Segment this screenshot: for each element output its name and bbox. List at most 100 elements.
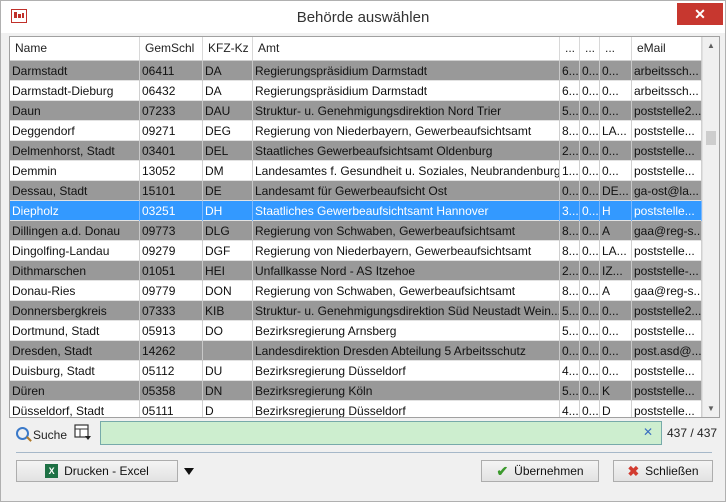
- column-header[interactable]: ...: [580, 37, 600, 60]
- table-cell: 06432: [140, 81, 203, 101]
- table-cell: 0...: [580, 401, 600, 417]
- table-row[interactable]: Dillingen a.d. Donau 09773 DLG Regierung vo…: [10, 221, 702, 241]
- table-cell: 07333: [140, 301, 203, 321]
- print-excel-button[interactable]: X Drucken - Excel: [16, 460, 178, 482]
- close-window-button[interactable]: ✕: [677, 3, 723, 25]
- table-cell: 0...: [580, 341, 600, 361]
- excel-dropdown-icon[interactable]: [181, 460, 197, 482]
- title-bar: Behörde auswählen ✕: [1, 1, 725, 33]
- table-cell: 5...: [560, 101, 580, 121]
- scroll-down-icon[interactable]: ▼: [703, 400, 719, 417]
- table-cell: DEG: [203, 121, 253, 141]
- table-row[interactable]: Düren 05358 DN Bezirksregierung Köln 5... 0..…: [10, 381, 702, 401]
- table-row[interactable]: Dessau, Stadt 15101 DE Landesamt für Gewerb…: [10, 181, 702, 201]
- scroll-thumb[interactable]: [706, 131, 716, 145]
- table-row[interactable]: Donau-Ries 09779 DON Regierung von Schwaben…: [10, 281, 702, 301]
- table-cell: 5...: [560, 321, 580, 341]
- table-cell: 5...: [560, 301, 580, 321]
- table-cell: 0...: [600, 301, 632, 321]
- column-header[interactable]: GemSchl: [140, 37, 203, 60]
- table-cell: poststelle...: [632, 381, 702, 401]
- table-cell: 09279: [140, 241, 203, 261]
- table-cell: DON: [203, 281, 253, 301]
- table-cell: 0...: [580, 241, 600, 261]
- table-cell: 0...: [560, 341, 580, 361]
- table-row[interactable]: Donnersbergkreis 07333 KIB Struktur- u. Gen…: [10, 301, 702, 321]
- table-row[interactable]: Dortmund, Stadt 05913 DO Bezirksregierung A…: [10, 321, 702, 341]
- table-cell: 05913: [140, 321, 203, 341]
- table-cell: Regierung von Niederbayern, Gewerbeaufsi…: [253, 241, 560, 261]
- table-cell: poststelle2...: [632, 101, 702, 121]
- table-cell: 06411: [140, 61, 203, 81]
- table-row[interactable]: Daun 07233 DAU Struktur- u. Genehmigungsdir…: [10, 101, 702, 121]
- table-cell: 5...: [560, 381, 580, 401]
- column-header[interactable]: Amt: [253, 37, 560, 60]
- result-count: 437 / 437: [667, 426, 718, 440]
- table-row[interactable]: Duisburg, Stadt 05112 DU Bezirksregierung D…: [10, 361, 702, 381]
- table-cell: [203, 341, 253, 361]
- table-cell: Delmenhorst, Stadt: [10, 141, 140, 161]
- close-button[interactable]: ✖ Schließen: [613, 460, 713, 482]
- cross-icon: ✖: [627, 462, 640, 479]
- table-row[interactable]: Dingolfing-Landau 09279 DGF Regierung von N…: [10, 241, 702, 261]
- table-cell: 0...: [600, 361, 632, 381]
- table-cell: Landesdirektion Dresden Abteilung 5 Arbe…: [253, 341, 560, 361]
- table-row[interactable]: Darmstadt 06411 DA Regierungspräsidium Darm…: [10, 61, 702, 81]
- table-cell: poststelle...: [632, 121, 702, 141]
- column-header[interactable]: KFZ-Kz: [203, 37, 253, 60]
- table-row[interactable]: Düsseldorf, Stadt 05111 D Bezirksregierung …: [10, 401, 702, 417]
- table-cell: IZ...: [600, 261, 632, 281]
- search-label-text: Suche: [33, 428, 68, 442]
- table-cell: Deggendorf: [10, 121, 140, 141]
- search-input[interactable]: [100, 421, 662, 445]
- column-header[interactable]: ...: [560, 37, 580, 60]
- table-cell: gaa@reg-s...: [632, 221, 702, 241]
- table-cell: 8...: [560, 281, 580, 301]
- table-row[interactable]: Diepholz 03251 DH Staatliches Gewerbeaufsic…: [10, 201, 702, 221]
- table-cell: Landesamt für Gewerbeaufsicht Ost: [253, 181, 560, 201]
- table-cell: 0...: [600, 61, 632, 81]
- table-cell: poststelle...: [632, 321, 702, 341]
- table-cell: Staatliches Gewerbeaufsichtsamt Oldenbur…: [253, 141, 560, 161]
- table-cell: arbeitssch...: [632, 61, 702, 81]
- table-cell: poststelle...: [632, 201, 702, 221]
- table-cell: ga-ost@la...: [632, 181, 702, 201]
- column-picker-icon[interactable]: [74, 423, 92, 441]
- table-cell: poststelle-...: [632, 261, 702, 281]
- table-cell: 2...: [560, 141, 580, 161]
- clear-search-icon[interactable]: ✕: [643, 425, 653, 439]
- table-cell: 0...: [580, 141, 600, 161]
- table-cell: Regierung von Schwaben, Gewerbeaufsichts…: [253, 221, 560, 241]
- table-cell: 05112: [140, 361, 203, 381]
- checkmark-icon: ✔: [496, 462, 509, 479]
- table-row[interactable]: Darmstadt-Dieburg 06432 DA Regierungspräsid…: [10, 81, 702, 101]
- table-row[interactable]: Demmin 13052 DM Landesamtes f. Gesundheit u…: [10, 161, 702, 181]
- table-cell: 0...: [580, 81, 600, 101]
- table-cell: Darmstadt-Dieburg: [10, 81, 140, 101]
- table-cell: 8...: [560, 221, 580, 241]
- table-cell: 0...: [600, 341, 632, 361]
- table-cell: poststelle...: [632, 401, 702, 417]
- table-row[interactable]: Delmenhorst, Stadt 03401 DEL Staatliches Ge…: [10, 141, 702, 161]
- table-cell: KIB: [203, 301, 253, 321]
- table-row[interactable]: Dithmarschen 01051 HEI Unfallkasse Nord - A…: [10, 261, 702, 281]
- scroll-up-icon[interactable]: ▲: [703, 37, 719, 54]
- table-cell: 05358: [140, 381, 203, 401]
- table-row[interactable]: Dresden, Stadt 14262 Landesdirektion Dresd…: [10, 341, 702, 361]
- table-cell: 01051: [140, 261, 203, 281]
- apply-button[interactable]: ✔ Übernehmen: [481, 460, 599, 482]
- table-row[interactable]: Deggendorf 09271 DEG Regierung von Niederba…: [10, 121, 702, 141]
- column-header[interactable]: ...: [600, 37, 632, 60]
- table-cell: DLG: [203, 221, 253, 241]
- table-cell: 09779: [140, 281, 203, 301]
- column-header[interactable]: eMail: [632, 37, 702, 60]
- column-header[interactable]: Name: [10, 37, 140, 60]
- table-cell: 3...: [560, 201, 580, 221]
- table-cell: Landesamtes f. Gesundheit u. Soziales, N…: [253, 161, 560, 181]
- table-cell: DA: [203, 61, 253, 81]
- table-cell: Staatliches Gewerbeaufsichtsamt Hannover: [253, 201, 560, 221]
- divider: [16, 452, 712, 453]
- vertical-scrollbar[interactable]: ▲ ▼: [702, 37, 719, 417]
- table-cell: 0...: [580, 261, 600, 281]
- table-cell: 0...: [580, 61, 600, 81]
